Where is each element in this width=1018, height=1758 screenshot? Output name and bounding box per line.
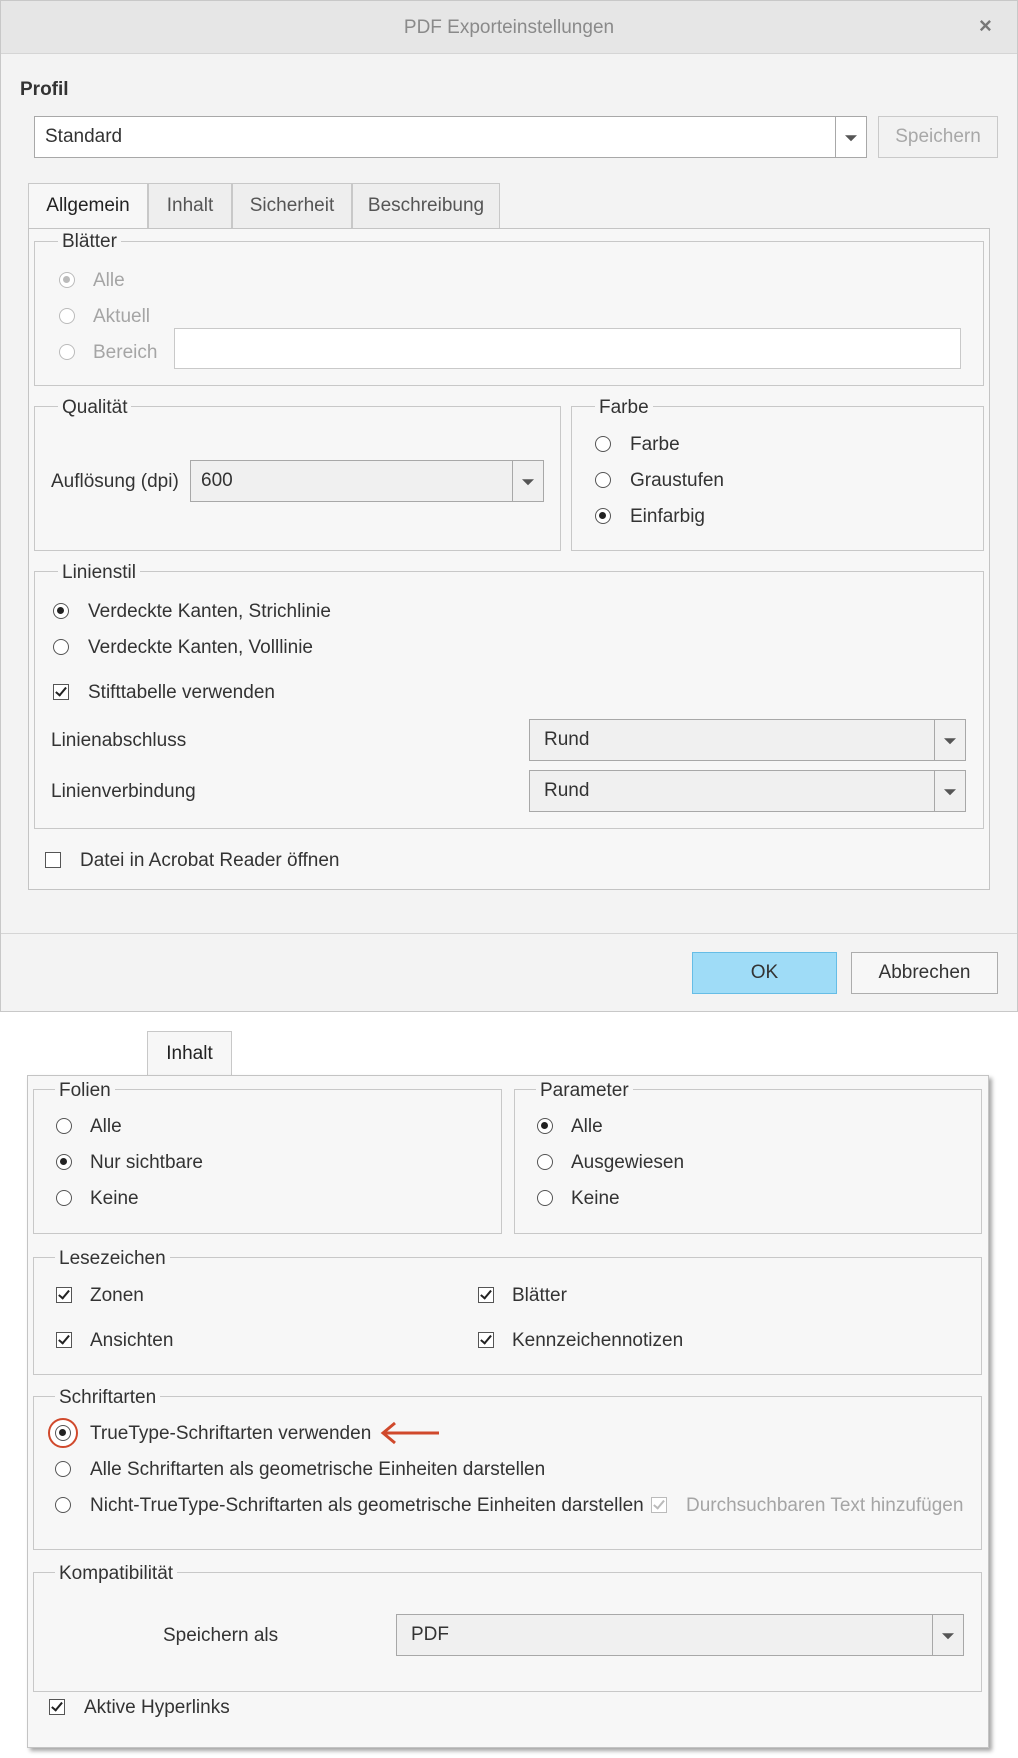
radio-strichlinie[interactable] — [53, 603, 69, 619]
radio-blaetter-bereich[interactable] — [59, 344, 75, 360]
resolution-select-value: 600 — [201, 470, 233, 491]
lesezeichen-group — [33, 1257, 982, 1375]
radio-blaetter-alle-label: Alle — [93, 270, 125, 291]
tab-inhalt-active[interactable]: Inhalt — [147, 1031, 232, 1076]
resolution-select[interactable]: 600 — [190, 460, 544, 502]
annotation-arrow-icon — [380, 1421, 439, 1445]
radio-parameter-alle-label: Alle — [571, 1116, 603, 1137]
radio-graustufen-label: Graustufen — [630, 470, 724, 491]
radio-folien-sichtbar[interactable] — [56, 1154, 72, 1170]
checkbox-ansichten[interactable] — [56, 1332, 72, 1348]
inhalt-tab-screenshot: Inhalt Folien Alle Nur sichtbare Keine P… — [0, 1015, 1018, 1758]
save-as-label: Speichern als — [163, 1625, 279, 1646]
checkbox-ansichten-label: Ansichten — [90, 1330, 174, 1351]
checkbox-kennzeichennotizen[interactable] — [478, 1332, 494, 1348]
chevron-down-icon[interactable] — [512, 461, 543, 501]
ok-button[interactable]: OK — [692, 952, 837, 994]
radio-blaetter-aktuell-label: Aktuell — [93, 306, 151, 327]
schriftarten-legend: Schriftarten — [55, 1387, 161, 1409]
radio-parameter-keine-label: Keine — [571, 1188, 620, 1209]
radio-truetype-label: TrueType-Schriftarten verwenden — [90, 1423, 372, 1444]
radio-alle-geometrisch-label: Alle Schriftarten als geometrische Einhe… — [90, 1459, 546, 1480]
checkbox-durchsuchbar-label: Durchsuchbaren Text hinzufügen — [686, 1495, 964, 1516]
radio-parameter-alle[interactable] — [537, 1118, 553, 1134]
checkbox-zonen-label: Zonen — [90, 1285, 144, 1306]
radio-truetype[interactable] — [55, 1425, 71, 1441]
radio-parameter-keine[interactable] — [537, 1190, 553, 1206]
checkbox-blaetter[interactable] — [478, 1287, 494, 1303]
profile-label: Profil — [20, 79, 69, 100]
chevron-down-icon[interactable] — [932, 1615, 963, 1655]
linienabschluss-select[interactable]: Rund — [529, 719, 966, 761]
radio-blaetter-bereich-label: Bereich — [93, 342, 158, 363]
chevron-down-icon[interactable] — [835, 117, 866, 157]
save-as-select[interactable]: PDF — [396, 1614, 964, 1656]
chevron-down-icon[interactable] — [934, 771, 965, 811]
checkbox-stifttabelle[interactable] — [53, 684, 69, 700]
radio-parameter-ausgewiesen-label: Ausgewiesen — [571, 1152, 685, 1173]
radio-einfarbig-label: Einfarbig — [630, 506, 705, 527]
linienabschluss-label: Linienabschluss — [51, 730, 187, 751]
chevron-down-icon[interactable] — [934, 720, 965, 760]
checkbox-hyperlinks-label: Aktive Hyperlinks — [84, 1697, 230, 1718]
radio-nicht-truetype-label: Nicht-TrueType-Schriftarten als geometri… — [90, 1495, 644, 1516]
range-input[interactable] — [174, 328, 961, 369]
checkbox-hyperlinks[interactable] — [49, 1699, 65, 1715]
profile-select[interactable]: Standard — [34, 116, 867, 158]
checkbox-acrobat-label: Datei in Acrobat Reader öffnen — [80, 850, 340, 871]
pdf-export-dialog: PDF Exporteinstellungen × Profil Standar… — [0, 0, 1018, 1012]
qualitaet-legend: Qualität — [58, 397, 132, 419]
title-bar: PDF Exporteinstellungen × — [1, 1, 1017, 54]
checkbox-blaetter-label: Blätter — [512, 1285, 567, 1306]
profile-select-value: Standard — [45, 126, 123, 147]
checkbox-zonen[interactable] — [56, 1287, 72, 1303]
blaetter-legend: Blätter — [58, 231, 121, 253]
tab-allgemein[interactable]: Allgemein — [28, 183, 148, 229]
radio-alle-geometrisch[interactable] — [55, 1461, 71, 1477]
radio-folien-keine[interactable] — [56, 1190, 72, 1206]
farbe-legend: Farbe — [595, 397, 653, 419]
linienverbindung-select[interactable]: Rund — [529, 770, 966, 812]
close-icon[interactable]: × — [979, 13, 992, 39]
checkbox-stifttabelle-label: Stifttabelle verwenden — [88, 682, 275, 703]
checkbox-acrobat[interactable] — [45, 852, 61, 868]
linienstil-legend: Linienstil — [58, 562, 140, 584]
radio-folien-sichtbar-label: Nur sichtbare — [90, 1152, 203, 1173]
parameter-legend: Parameter — [536, 1080, 633, 1102]
radio-folien-keine-label: Keine — [90, 1188, 139, 1209]
radio-farbe[interactable] — [595, 436, 611, 452]
cancel-button[interactable]: Abbrechen — [851, 952, 998, 994]
dialog-title: PDF Exporteinstellungen — [403, 17, 615, 38]
save-profile-button[interactable]: Speichern — [878, 116, 998, 158]
radio-folien-alle[interactable] — [56, 1118, 72, 1134]
radio-strichlinie-label: Verdeckte Kanten, Strichlinie — [88, 601, 331, 622]
radio-farbe-label: Farbe — [630, 434, 680, 455]
folien-legend: Folien — [55, 1080, 115, 1102]
tab-sicherheit[interactable]: Sicherheit — [232, 183, 352, 228]
tab-inhalt[interactable]: Inhalt — [148, 183, 232, 228]
tab-beschreibung[interactable]: Beschreibung — [352, 183, 500, 228]
radio-parameter-ausgewiesen[interactable] — [537, 1154, 553, 1170]
radio-blaetter-alle[interactable] — [59, 272, 75, 288]
save-as-value: PDF — [411, 1624, 449, 1645]
radio-volllinie[interactable] — [53, 639, 69, 655]
radio-volllinie-label: Verdeckte Kanten, Volllinie — [88, 637, 313, 658]
radio-nicht-truetype[interactable] — [55, 1497, 71, 1513]
footer-divider — [1, 933, 1017, 934]
kompatibilitaet-legend: Kompatibilität — [55, 1563, 178, 1585]
lesezeichen-legend: Lesezeichen — [55, 1248, 170, 1270]
linienabschluss-value: Rund — [544, 729, 590, 750]
checkbox-kennzeichennotizen-label: Kennzeichennotizen — [512, 1330, 684, 1351]
radio-einfarbig[interactable] — [595, 508, 611, 524]
checkbox-durchsuchbar[interactable] — [651, 1497, 667, 1513]
radio-blaetter-aktuell[interactable] — [59, 308, 75, 324]
linienverbindung-label: Linienverbindung — [51, 781, 196, 802]
radio-folien-alle-label: Alle — [90, 1116, 122, 1137]
radio-graustufen[interactable] — [595, 472, 611, 488]
resolution-label: Auflösung (dpi) — [51, 471, 179, 492]
linienverbindung-value: Rund — [544, 780, 590, 801]
